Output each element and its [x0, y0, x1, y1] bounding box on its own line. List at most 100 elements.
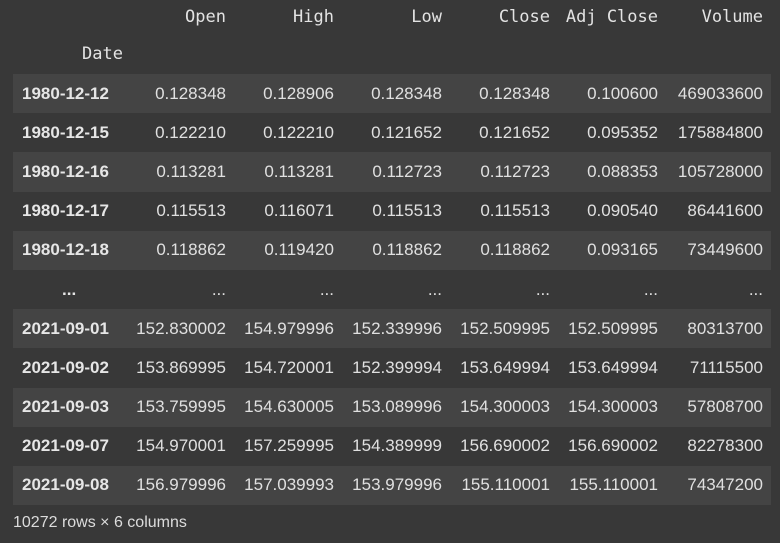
dataframe-output: Open High Low Close Adj Close Volume Dat…: [13, 0, 771, 506]
header-corner: [13, 0, 126, 34]
row-index: 1980-12-15: [22, 122, 109, 142]
table-cell: 154.970001: [136, 436, 226, 456]
table-cell: 82278300: [687, 436, 763, 456]
table-cell: 0.118862: [372, 240, 442, 260]
table-cell: 153.649994: [460, 357, 550, 377]
column-header-row: Open High Low Close Adj Close Volume: [13, 0, 771, 34]
column-header: High: [293, 7, 334, 27]
table-cell: 469033600: [677, 83, 763, 103]
table-cell: 155.110001: [569, 475, 658, 495]
table-cell: 153.089996: [352, 397, 442, 417]
table-cell: 153.759995: [136, 397, 226, 417]
row-index: ...: [62, 279, 77, 299]
table-cell: 0.095352: [587, 122, 658, 142]
table-cell: 0.116071: [264, 201, 334, 221]
table-cell: 74347200: [687, 475, 763, 495]
table-cell: 156.979996: [136, 475, 226, 495]
row-index: 2021-09-01: [22, 318, 109, 338]
table-cell: 175884800: [677, 122, 763, 142]
table-cell: 0.100600: [587, 83, 658, 103]
row-index: 1980-12-17: [22, 201, 109, 221]
row-index: 1980-12-18: [22, 240, 109, 260]
table-cell: 156.690002: [460, 436, 550, 456]
row-index: 2021-09-08: [22, 475, 109, 495]
table-cell: 157.039993: [244, 475, 334, 495]
table-cell: 0.115513: [372, 201, 442, 221]
row-index: 2021-09-02: [22, 357, 109, 377]
index-name-header: Date: [82, 44, 123, 64]
table-cell: 57808700: [687, 397, 763, 417]
table-cell: 0.113281: [264, 161, 334, 181]
row-index: 1980-12-12: [22, 83, 109, 103]
table-cell: 152.509995: [460, 318, 550, 338]
ellipsis-row: ... ... ... ... ... ... ...: [13, 269, 771, 310]
column-header: Volume: [701, 7, 763, 27]
table-cell: ...: [748, 279, 763, 299]
table-cell: 0.112723: [372, 161, 442, 181]
table-row: 2021-09-03 153.759995 154.630005 153.089…: [13, 387, 771, 427]
table-cell: 0.121652: [479, 122, 550, 142]
column-header: Adj Close: [565, 7, 658, 27]
table-cell: 0.093165: [587, 240, 658, 260]
table-cell: 154.720001: [244, 357, 334, 377]
table-cell: ...: [319, 279, 334, 299]
table-cell: 0.128348: [479, 83, 550, 103]
table-row: 1980-12-12 0.128348 0.128906 0.128348 0.…: [13, 74, 771, 114]
table-cell: 0.088353: [587, 161, 658, 181]
table-cell: 154.300003: [568, 397, 658, 417]
table-cell: 153.649994: [568, 357, 658, 377]
table-cell: 152.830002: [136, 318, 226, 338]
table-cell: 0.128348: [371, 83, 442, 103]
index-header-row: Date: [13, 34, 771, 74]
column-header: Low: [411, 7, 442, 27]
table-cell: ...: [535, 279, 550, 299]
table-cell: 0.112723: [480, 161, 550, 181]
table-cell: 86441600: [687, 201, 763, 221]
table-cell: 154.630005: [244, 397, 334, 417]
table-cell: 152.509995: [568, 318, 658, 338]
table-cell: 153.979996: [352, 475, 442, 495]
table-cell: 80313700: [687, 318, 763, 338]
table-cell: 0.128906: [263, 83, 334, 103]
table-cell: 153.869995: [136, 357, 226, 377]
table-row: 2021-09-07 154.970001 157.259995 154.389…: [13, 426, 771, 466]
table-cell: 0.121652: [371, 122, 442, 142]
table-cell: 0.122210: [263, 122, 334, 142]
table-row: 1980-12-17 0.115513 0.116071 0.115513 0.…: [13, 191, 771, 231]
table-cell: 157.259995: [244, 436, 334, 456]
column-header: Close: [498, 7, 550, 27]
table-cell: 0.115513: [156, 201, 226, 221]
dataframe-table: Open High Low Close Adj Close Volume Dat…: [13, 0, 771, 506]
table-cell: ...: [643, 279, 658, 299]
table-cell: 0.090540: [587, 201, 658, 221]
table-cell: ...: [427, 279, 442, 299]
table-cell: ...: [211, 279, 226, 299]
table-cell: 0.119420: [264, 240, 334, 260]
table-cell: 71115500: [689, 357, 763, 377]
table-row: 2021-09-02 153.869995 154.720001 152.399…: [13, 348, 771, 388]
column-header: Open: [185, 7, 226, 27]
table-cell: 155.110001: [461, 475, 550, 495]
table-row: 2021-09-08 156.979996 157.039993 153.979…: [13, 465, 771, 506]
table-row: 1980-12-15 0.122210 0.122210 0.121652 0.…: [13, 113, 771, 153]
table-cell: 154.300003: [460, 397, 550, 417]
table-cell: 0.128348: [155, 83, 226, 103]
table-cell: 156.690002: [568, 436, 658, 456]
table-cell: 154.979996: [244, 318, 334, 338]
dataframe-shape-note: 10272 rows × 6 columns: [13, 514, 187, 531]
table-cell: 154.389999: [352, 436, 442, 456]
row-index: 1980-12-16: [22, 161, 109, 181]
table-cell: 73449600: [687, 240, 763, 260]
table-cell: 0.113281: [156, 161, 226, 181]
table-row: 1980-12-16 0.113281 0.113281 0.112723 0.…: [13, 152, 771, 192]
table-cell: 105728000: [677, 161, 763, 181]
table-cell: 0.118862: [156, 240, 226, 260]
table-row: 1980-12-18 0.118862 0.119420 0.118862 0.…: [13, 230, 771, 270]
table-cell: 152.339996: [352, 318, 442, 338]
table-cell: 0.118862: [480, 240, 550, 260]
table-cell: 0.122210: [155, 122, 226, 142]
table-cell: 0.115513: [480, 201, 550, 221]
table-row: 2021-09-01 152.830002 154.979996 152.339…: [13, 309, 771, 349]
table-cell: 152.399994: [352, 357, 442, 377]
row-index: 2021-09-03: [22, 397, 109, 417]
